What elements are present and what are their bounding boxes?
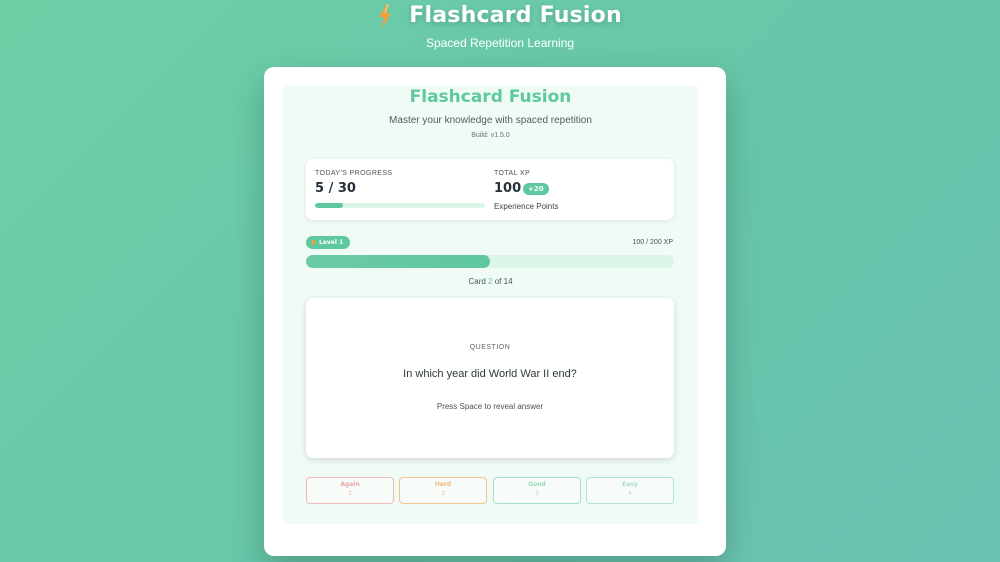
easy-button[interactable]: Easy 4 xyxy=(586,477,674,504)
hard-button[interactable]: Hard 2 xyxy=(399,477,487,504)
flashcard-panel: Flashcard Fusion Master your knowledge w… xyxy=(264,67,726,556)
panel-tagline: Master your knowledge with spaced repeti… xyxy=(389,115,592,126)
build-version: Build: v1.5.0 xyxy=(471,132,510,139)
xp-label: TOTAL XP xyxy=(494,170,531,177)
panel-inner: Flashcard Fusion Master your knowledge w… xyxy=(283,86,698,524)
xp-bonus-badge: +20 xyxy=(523,183,549,195)
again-button-key: 1 xyxy=(348,491,352,497)
app-title: Flashcard Fusion xyxy=(409,3,622,28)
good-button-label: Good xyxy=(528,481,546,488)
good-button-key: 3 xyxy=(535,491,539,497)
card-counter-prefix: Card xyxy=(468,277,489,286)
easy-button-key: 4 xyxy=(628,491,632,497)
good-button[interactable]: Good 3 xyxy=(493,477,581,504)
again-button-label: Again xyxy=(340,481,360,488)
panel-title: Flashcard Fusion xyxy=(409,87,572,107)
level-badge-label: Level 1 xyxy=(319,239,344,246)
progress-label: TODAY'S PROGRESS xyxy=(315,170,393,177)
app-title-row: Flashcard Fusion xyxy=(0,3,1000,28)
card-counter: Card 2 of 14 xyxy=(283,277,698,286)
hard-button-label: Hard xyxy=(434,481,452,488)
level-xp-text: 100 / 200 XP xyxy=(632,239,673,246)
easy-button-label: Easy xyxy=(622,481,638,488)
hard-button-key: 2 xyxy=(441,491,445,497)
app-header: Flashcard Fusion Spaced Repetition Learn… xyxy=(0,0,1000,60)
level-icon xyxy=(312,240,315,245)
card-counter-suffix: of 14 xyxy=(492,277,513,286)
question-label: QUESTION xyxy=(469,344,511,351)
reveal-hint: Press Space to reveal answer xyxy=(436,402,544,411)
again-button[interactable]: Again 1 xyxy=(306,477,394,504)
question-text: In which year did World War II end? xyxy=(403,368,577,380)
level-progress-fill xyxy=(306,255,490,268)
xp-value: 100 xyxy=(494,181,522,196)
app-subtitle: Spaced Repetition Learning xyxy=(425,36,575,50)
level-badge: Level 1 xyxy=(306,236,350,249)
xp-caption: Experience Points xyxy=(494,202,559,211)
stats-card: TODAY'S PROGRESS 5 / 30 TOTAL XP 100 +20… xyxy=(306,159,674,220)
question-card[interactable]: QUESTION In which year did World War II … xyxy=(306,298,674,458)
daily-progress-fill xyxy=(315,203,344,208)
lightning-bolt-icon xyxy=(379,3,392,28)
level-progress-bar xyxy=(306,255,674,268)
daily-progress-bar xyxy=(315,203,485,208)
progress-value: 5 / 30 xyxy=(315,181,356,196)
